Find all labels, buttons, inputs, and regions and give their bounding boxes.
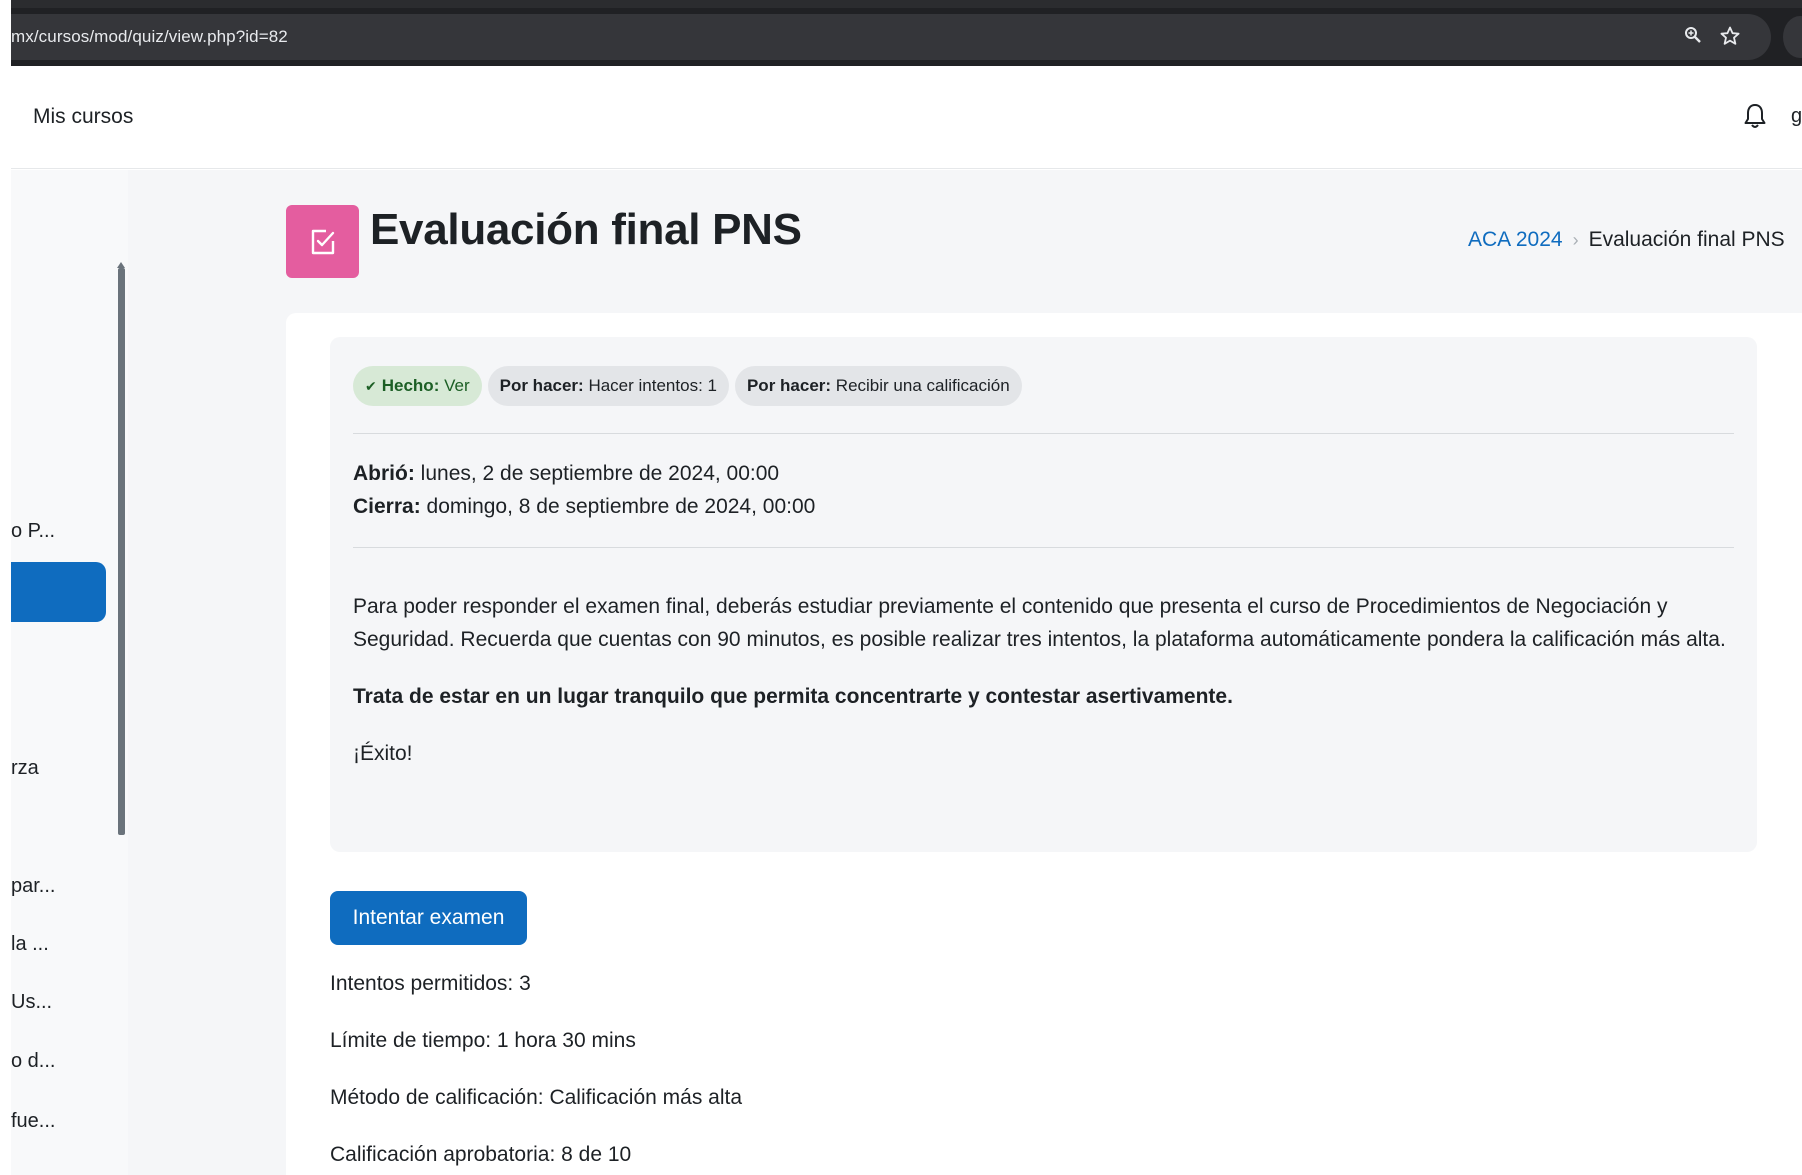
address-bar[interactable]: mx/cursos/mod/quiz/view.php?id=82 — [11, 14, 1771, 60]
main-content-card: ✔ Hecho: Ver Por hacer: Hacer intentos: 1… — [286, 313, 1802, 1175]
quiz-icon — [286, 205, 359, 278]
zoom-icon[interactable] — [1682, 26, 1704, 48]
user-menu-partial[interactable]: g — [1791, 105, 1802, 128]
browser-toolbar: mx/cursos/mod/quiz/view.php?id=82 — [11, 0, 1802, 66]
screen: mx/cursos/mod/quiz/view.php?id=82 Mis cu… — [11, 0, 1802, 1175]
drawer-item-active[interactable] — [11, 562, 106, 622]
breadcrumb: ACA 2024 › Evaluación final PNS — [1468, 228, 1785, 252]
drawer-item[interactable]: par... — [11, 875, 55, 898]
browser-tabstrip — [11, 0, 1802, 8]
closes-date: Cierra: domingo, 8 de septiembre de 2024… — [353, 495, 816, 518]
time-limit: Límite de tiempo: 1 hora 30 mins — [330, 1029, 636, 1052]
opened-date: Abrió: lunes, 2 de septiembre de 2024, 0… — [353, 462, 780, 485]
completion-badge-todo-attempts: Por hacer: Hacer intentos: 1 — [487, 366, 729, 406]
bell-icon[interactable] — [1742, 102, 1768, 130]
grading-method: Método de calificación: Calificación más… — [330, 1086, 743, 1109]
divider — [353, 433, 1734, 434]
activity-dates: Abrió: lunes, 2 de septiembre de 2024, 0… — [353, 457, 815, 523]
activity-information: ✔ Hecho: Ver Por hacer: Hacer intentos: 1… — [330, 337, 1757, 852]
check-icon: ✔ — [365, 378, 377, 394]
drawer-item[interactable]: fue... — [11, 1110, 55, 1133]
drawer-item[interactable]: Us... — [11, 991, 52, 1014]
completion-badges: ✔ Hecho: Ver Por hacer: Hacer intentos: 1… — [353, 366, 1022, 406]
attempts-allowed: Intentos permitidos: 3 — [330, 972, 531, 995]
page-title: Evaluación final PNS — [370, 205, 802, 254]
drawer-item[interactable]: rza — [11, 757, 39, 780]
drawer-item[interactable]: o d... — [11, 1050, 55, 1073]
passing-grade: Calificación aprobatoria: 8 de 10 — [330, 1143, 632, 1166]
completion-badge-done: ✔ Hecho: Ver — [353, 366, 482, 406]
drawer-item[interactable]: la ... — [11, 933, 49, 956]
description-paragraph: Para poder responder el examen final, de… — [353, 595, 1726, 651]
breadcrumb-course-link[interactable]: ACA 2024 — [1468, 228, 1563, 251]
attempt-quiz-button[interactable]: Intentar examen — [330, 891, 527, 945]
breadcrumb-current: Evaluación final PNS — [1588, 228, 1785, 251]
completion-badge-todo-grade: Por hacer: Recibir una calificación — [734, 366, 1022, 406]
divider — [353, 547, 1734, 548]
quiz-description: Para poder responder el examen final, de… — [353, 590, 1735, 794]
description-closing: ¡Éxito! — [353, 742, 413, 765]
nav-my-courses[interactable]: Mis cursos — [33, 105, 133, 129]
course-index-drawer — [11, 170, 128, 1175]
top-navbar: Mis cursos g — [11, 66, 1802, 169]
url-text[interactable]: mx/cursos/mod/quiz/view.php?id=82 — [11, 27, 288, 47]
breadcrumb-chevron-icon: › — [1572, 230, 1579, 250]
profile-button[interactable] — [1783, 16, 1802, 58]
drawer-item[interactable]: o P... — [11, 520, 55, 543]
drawer-scrollbar[interactable] — [118, 268, 125, 835]
description-emphasis: Trata de estar en un lugar tranquilo que… — [353, 685, 1233, 708]
star-icon[interactable] — [1719, 26, 1741, 48]
